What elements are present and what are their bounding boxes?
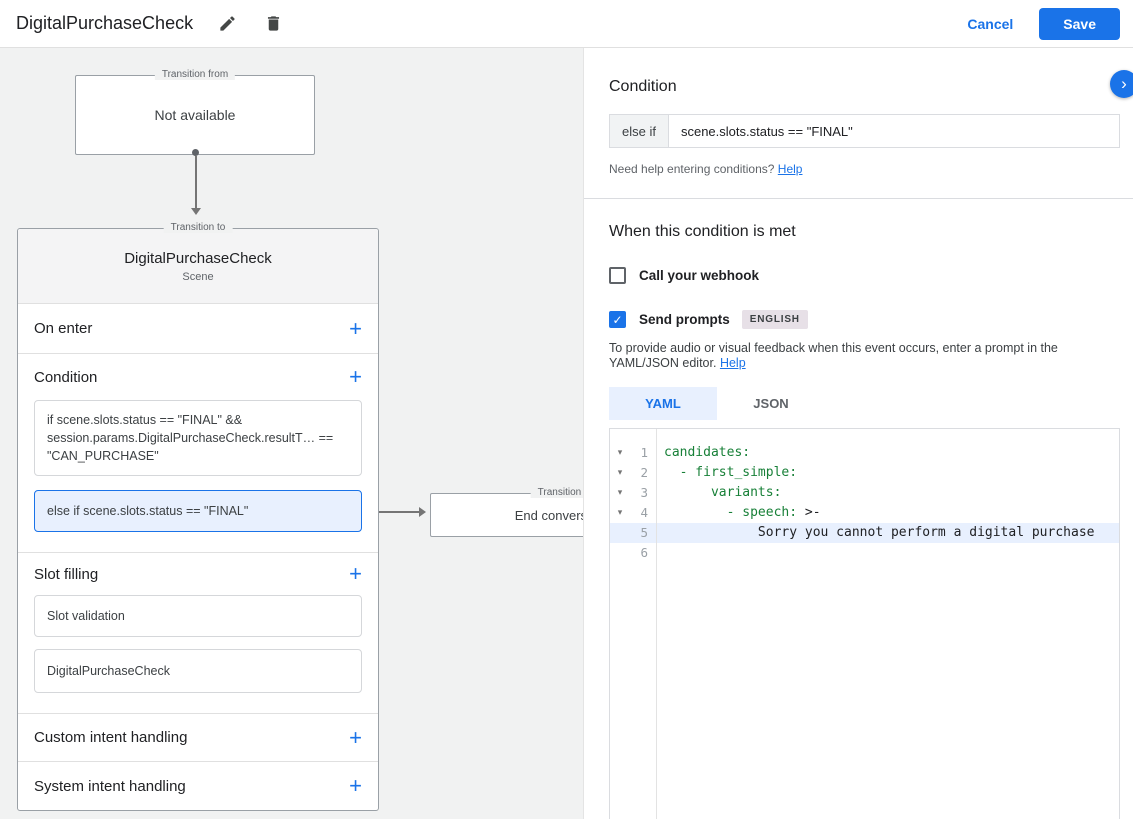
yaml-editor[interactable]: ▾ 1 candidates: ▾ 2 - first_simple: ▾ 3 varian…	[609, 428, 1120, 819]
condition-section-label: Condition	[34, 368, 98, 386]
code-text: - speech: >-	[664, 505, 821, 520]
code-text: - first_simple:	[664, 465, 798, 480]
edit-title-button[interactable]	[215, 12, 239, 36]
webhook-option: ✓ Call your webhook	[609, 267, 1120, 284]
arrow-down-icon	[191, 208, 201, 215]
connector-dot	[192, 149, 199, 156]
slot-item[interactable]: Slot validation	[34, 595, 362, 637]
code-lines: ▾ 1 candidates: ▾ 2 - first_simple: ▾ 3 varian…	[610, 443, 1119, 563]
custom-intent-label: Custom intent handling	[34, 729, 188, 746]
on-enter-section[interactable]: On enter +	[18, 304, 378, 354]
send-prompts-option: ✓ Send prompts ENGLISH	[609, 310, 1120, 329]
condition-input-row: else if	[609, 114, 1120, 148]
line-number: 4	[640, 505, 648, 520]
page-title: DigitalPurchaseCheck	[16, 13, 194, 33]
condition-item[interactable]: if scene.slots.status == "FINAL" && sess…	[34, 400, 362, 476]
condition-item-selected[interactable]: else if scene.slots.status == "FINAL"	[34, 490, 362, 532]
language-badge: ENGLISH	[741, 310, 808, 329]
transition-from-node[interactable]: Transition from Not available	[75, 69, 315, 155]
condition-help-link[interactable]: Help	[778, 162, 803, 176]
fold-arrow-icon[interactable]: ▾	[610, 483, 630, 503]
line-number: 5	[640, 525, 648, 540]
delete-scene-button[interactable]	[261, 12, 285, 36]
on-enter-label: On enter	[34, 320, 93, 337]
collapse-panel-button[interactable]: ›	[1110, 70, 1133, 98]
condition-expression-input[interactable]	[668, 114, 1120, 148]
add-on-enter-button[interactable]: +	[349, 317, 362, 340]
prompts-help-link[interactable]: Help	[720, 356, 746, 370]
code-line[interactable]: ▾ 4 - speech: >-	[610, 503, 1119, 523]
tab-json[interactable]: JSON	[717, 387, 825, 420]
code-text: candidates:	[664, 445, 751, 460]
fold-arrow-icon[interactable]: ▾	[610, 463, 630, 483]
editor-tabs: YAML JSON	[609, 387, 1120, 420]
line-number: 2	[640, 465, 648, 480]
transition-from-label: Transition from	[154, 69, 236, 80]
line-number: 1	[640, 445, 648, 460]
scene-card-title: DigitalPurchaseCheck	[124, 250, 272, 267]
save-button[interactable]: Save	[1039, 7, 1120, 40]
system-intent-label: System intent handling	[34, 777, 186, 795]
add-system-intent-button[interactable]: +	[349, 775, 362, 797]
scene-card[interactable]: Transition to DigitalPurchaseCheck Scene…	[17, 222, 379, 811]
checkmark-icon: ✓	[612, 312, 623, 327]
transition-from-value: Not available	[154, 107, 236, 123]
fold-arrow-icon[interactable]: ▾	[610, 443, 630, 463]
pencil-icon	[219, 16, 235, 31]
code-line[interactable]: 6	[610, 543, 1119, 563]
line-number: 6	[640, 545, 648, 560]
add-slot-button[interactable]: +	[349, 563, 362, 585]
slot-filling-label: Slot filling	[34, 565, 99, 583]
webhook-checkbox[interactable]: ✓	[609, 267, 626, 284]
custom-intent-section[interactable]: Custom intent handling +	[18, 714, 378, 762]
code-text: variants:	[664, 485, 782, 500]
fold-arrow-icon[interactable]: ▾	[610, 503, 630, 523]
connector-line	[195, 156, 197, 208]
trash-icon	[267, 16, 279, 31]
condition-operator-chip: else if	[609, 114, 669, 148]
code-line[interactable]: ▾ 3 variants:	[610, 483, 1119, 503]
arrow-right-icon	[419, 507, 426, 517]
scene-card-header: DigitalPurchaseCheck Scene	[18, 229, 378, 304]
send-prompts-label: Send prompts	[639, 312, 730, 327]
tab-yaml[interactable]: YAML	[609, 387, 717, 420]
end-node-title: End conversation	[514, 507, 583, 523]
cancel-button[interactable]: Cancel	[967, 16, 1013, 32]
add-condition-button[interactable]: +	[349, 366, 362, 388]
add-custom-intent-button[interactable]: +	[349, 726, 362, 749]
slot-filling-section: Slot filling + Slot validation DigitalPu…	[18, 553, 378, 714]
code-line[interactable]: 5 Sorry you cannot perform a digital pur…	[610, 523, 1119, 543]
code-line[interactable]: ▾ 1 candidates:	[610, 443, 1119, 463]
scene-editor-app: DigitalPurchaseCheck Cancel Save Transit…	[0, 0, 1133, 819]
scene-card-subtitle: Scene	[182, 271, 214, 283]
code-text: Sorry you cannot perform a digital purch…	[664, 525, 1095, 540]
send-prompts-checkbox[interactable]: ✓	[609, 311, 626, 328]
line-number: 3	[640, 485, 648, 500]
condition-panel-heading: Condition	[609, 78, 677, 95]
webhook-label: Call your webhook	[639, 268, 760, 283]
condition-section: Condition + if scene.slots.status == "FI…	[18, 354, 378, 553]
scene-canvas[interactable]: Transition from Not available Transition…	[0, 48, 583, 819]
prompts-description: To provide audio or visual feedback when…	[609, 341, 1058, 370]
when-met-heading: When this condition is met	[609, 223, 796, 240]
end-conversation-node[interactable]: Transition to End conversation	[430, 487, 583, 537]
condition-detail-panel: Condition › else if Need help entering c…	[583, 48, 1133, 819]
topbar: DigitalPurchaseCheck Cancel Save	[0, 0, 1133, 48]
code-line[interactable]: ▾ 2 - first_simple:	[610, 463, 1119, 483]
system-intent-section[interactable]: System intent handling +	[18, 762, 378, 810]
end-node-transition-label: Transition to	[530, 487, 583, 498]
transition-to-label: Transition to	[163, 222, 233, 233]
condition-help-text: Need help entering conditions? Help	[609, 162, 803, 176]
slot-item[interactable]: DigitalPurchaseCheck	[34, 649, 362, 693]
